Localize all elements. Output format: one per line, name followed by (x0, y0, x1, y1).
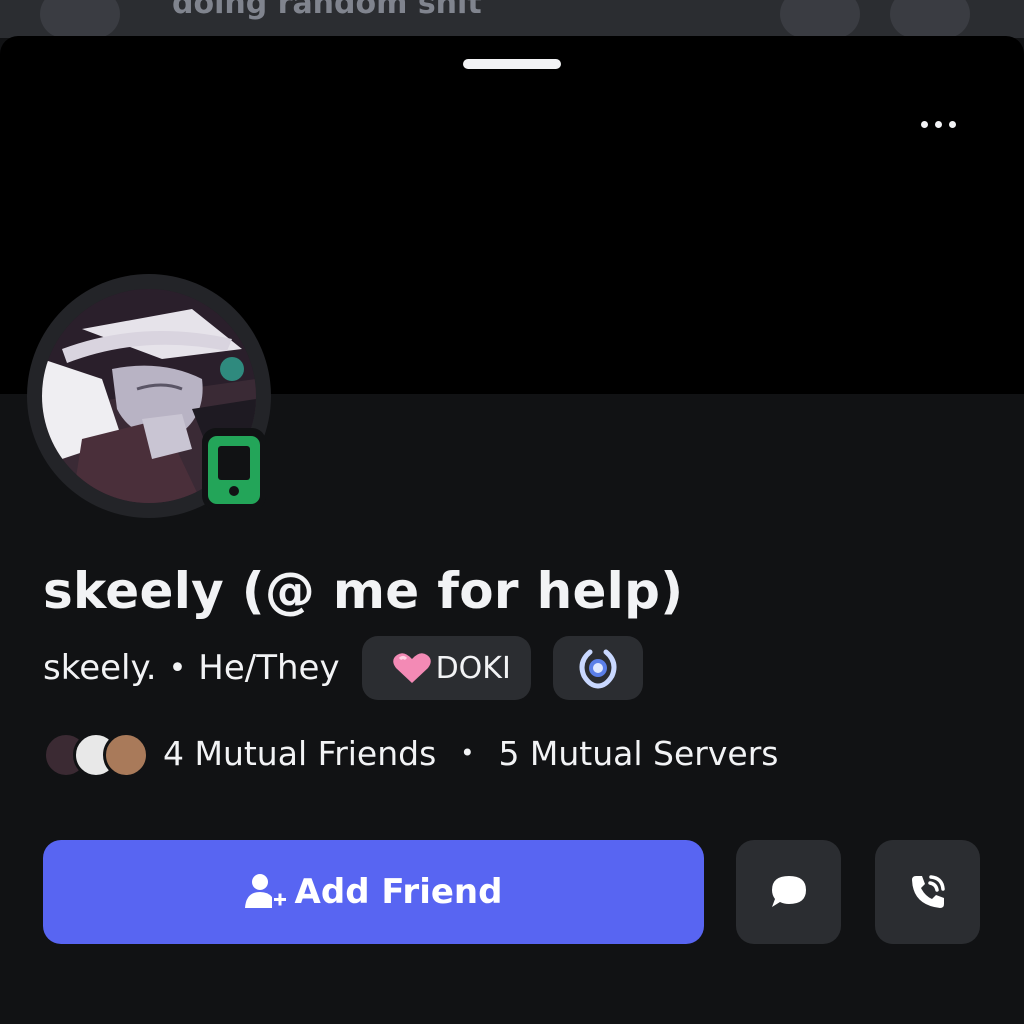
sheet-drag-handle[interactable] (463, 59, 561, 69)
phone-call-icon (911, 875, 945, 908)
status-phone-screen (218, 446, 250, 480)
background-back-button (40, 0, 120, 38)
pronouns: He/They (198, 648, 340, 688)
username: skeely. (43, 648, 157, 688)
status-phone-button (229, 486, 239, 496)
mutual-friend-avatars (43, 730, 151, 778)
chat-bubble-icon (771, 876, 806, 907)
background-sheet-header: doing random shit (0, 0, 1024, 38)
mutual-friend-avatar (103, 732, 149, 778)
meta-separator: • (168, 650, 187, 686)
pink-heart-icon (392, 653, 431, 683)
add-friend-label: Add Friend (294, 872, 503, 912)
background-more-button (890, 0, 970, 38)
add-friend-icon (244, 874, 286, 908)
profile-badge[interactable] (552, 636, 643, 700)
call-button[interactable] (875, 840, 980, 944)
mobile-online-status-icon (208, 436, 260, 504)
mutuals-row[interactable]: 4 Mutual Friends • 5 Mutual Servers (43, 730, 778, 778)
mutual-friends-count[interactable]: 4 Mutual Friends (163, 734, 436, 773)
display-name: skeely (@ me for help) (43, 562, 684, 620)
more-dot-icon (948, 120, 956, 128)
more-dot-icon (920, 120, 928, 128)
laurel-wreath-badge-icon (579, 649, 617, 689)
add-friend-button[interactable]: Add Friend (43, 840, 704, 944)
background-sheet-title: doing random shit (172, 0, 482, 21)
clan-tag[interactable]: DOKI (361, 636, 531, 700)
more-options-button[interactable] (906, 104, 970, 144)
mutuals-separator: • (460, 739, 475, 767)
background-members-button (780, 0, 860, 38)
more-dot-icon (934, 120, 942, 128)
clan-tag-label: DOKI (435, 650, 511, 686)
message-button[interactable] (736, 840, 841, 944)
mutual-servers-count[interactable]: 5 Mutual Servers (498, 734, 778, 773)
profile-meta-line: skeely. • He/They DOKI (43, 636, 643, 700)
